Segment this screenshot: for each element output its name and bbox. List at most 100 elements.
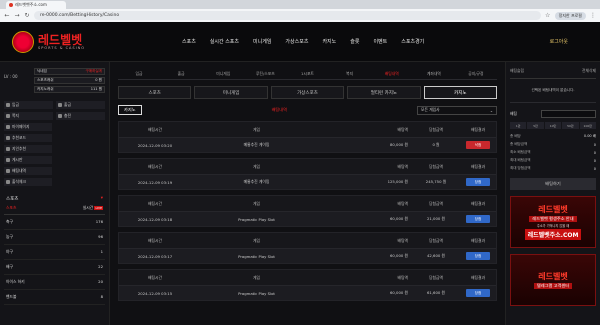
bet-result-cell: 당첨: [460, 178, 496, 186]
nav-minigame[interactable]: 미니게임: [253, 38, 271, 45]
bet-card: 배팅시간 게임 배팅액 당첨금액 배팅결과 2024-12-09 03:19 메롱추진 게이…: [118, 158, 497, 190]
url-text: re-0000.com/BettingHistory/Casino: [40, 13, 120, 18]
promo-banner-telegram[interactable]: 레드벨벳 텔레그램 고객센터: [510, 254, 596, 306]
result-badge[interactable]: 당첨: [466, 289, 490, 297]
chip-500k[interactable]: 50만: [562, 122, 579, 129]
casino-filter-button[interactable]: 카지노: [118, 105, 142, 115]
result-badge[interactable]: 낙첨: [466, 141, 490, 149]
subtab-virtual-sports[interactable]: 가상스포츠: [270, 86, 345, 99]
sport-item-baseball[interactable]: 야구 1: [4, 245, 105, 260]
sport-tab-prematch[interactable]: 스포츠: [6, 205, 16, 211]
chip-50k[interactable]: 5만: [527, 122, 544, 129]
forward-arrow-icon[interactable]: →: [14, 12, 20, 19]
nav-slot[interactable]: 슬롯: [350, 38, 359, 45]
tab-sport[interactable]: 1시포트: [286, 71, 328, 77]
bet-row: 2024-12-09 03:17 Pragmatic Play Slot 60,00…: [119, 248, 496, 263]
tab-deposit[interactable]: 입금: [118, 71, 160, 77]
sport-item-icehockey[interactable]: 아이스 하키 20: [4, 275, 105, 290]
section-title: 배팅내역: [271, 107, 287, 112]
reload-icon[interactable]: ↻: [24, 12, 30, 19]
subtab-minigame[interactable]: 미니게임: [194, 86, 268, 99]
col-header: 배팅액: [397, 126, 408, 132]
sports-header-label: 스포츠: [6, 197, 19, 202]
nav-event[interactable]: 이벤트: [373, 38, 387, 45]
menu-attendance[interactable]: 출석체크: [4, 178, 52, 186]
result-badge[interactable]: 당첨: [466, 178, 490, 186]
nav-sports[interactable]: 스포츠: [182, 38, 196, 45]
sport-item-handball[interactable]: 핸드볼 8: [4, 290, 105, 305]
address-bar[interactable]: re-0000.com/BettingHistory/Casino: [34, 11, 541, 20]
profile-button[interactable]: 정지한 프로필: [554, 11, 586, 20]
provider-select[interactable]: 모든 게임사 ⌄: [417, 105, 497, 115]
deposit-button[interactable]: 입금: [4, 101, 53, 109]
sport-item-volleyball[interactable]: 배구 22: [4, 260, 105, 275]
bet-list: 배팅시간 게임 배팅액 당첨금액 배팅결과 2024-12-09 03:20 메롱추진 게이…: [118, 121, 497, 301]
sport-item-soccer[interactable]: 축구 176: [4, 215, 105, 230]
browser-tab[interactable]: 레드벳벳주소.com: [6, 1, 66, 9]
promo-banner-address[interactable]: 레드벨벳 레드벨벳 평생주소 안내 주소가 기억나지 않을 때 레드벨벳주소.C…: [510, 196, 596, 248]
chip-10k[interactable]: 1만: [510, 122, 527, 129]
sport-count: 8: [100, 294, 103, 299]
subtab-casino[interactable]: 카지노: [423, 86, 498, 99]
tab-bet-history[interactable]: 배팅내역: [371, 71, 413, 77]
bet-win: 21,000 원: [427, 216, 445, 221]
sport-item-basketball[interactable]: 농구 96: [4, 230, 105, 245]
charge-icon: [58, 114, 62, 118]
menu-referral-code[interactable]: 추천코드: [4, 134, 52, 142]
bet-row: 2024-12-09 03:19 메롱추진 게이밍 125,000 원 245,750…: [119, 174, 496, 189]
chip-100k[interactable]: 10만: [544, 122, 562, 129]
menu-friend-referral[interactable]: 지인추천: [4, 145, 52, 153]
back-arrow-icon[interactable]: ←: [4, 12, 10, 19]
subtab-sports[interactable]: 스포츠: [118, 86, 192, 99]
user-row-nickname: 닉네임 구매하실게: [34, 68, 105, 75]
user-row-value: 구매하실게: [85, 69, 102, 73]
nav-live-sports[interactable]: 실시간 스포츠: [210, 38, 239, 45]
sport-count: 22: [98, 264, 103, 269]
col-header: 게임: [253, 274, 260, 280]
banner-title: 레드벨벳: [538, 205, 568, 214]
browser-chrome: 레드벳벳주소.com ← → ↻ re-0000.com/BettingHist…: [0, 0, 600, 22]
filter-bar: 카지노 배팅내역 모든 게임사 ⌄: [118, 104, 497, 116]
tab-withdraw[interactable]: 출금: [160, 71, 202, 77]
col-header: 당첨금액: [429, 274, 443, 280]
calendar-icon: [6, 180, 10, 184]
clear-all-button[interactable]: 전체삭제: [582, 68, 596, 74]
slip-line-value: 0: [593, 166, 596, 171]
tab-welfare[interactable]: 복지: [329, 71, 371, 77]
sport-tab-live[interactable]: 실시간 LIVE: [83, 205, 103, 211]
nav-virtual-sports[interactable]: 가상스포츠: [285, 38, 308, 45]
site-logo[interactable]: 레드벨벳 SPORTS & CASINO: [12, 30, 172, 53]
subtab-multi-casino[interactable]: 멀티런 카지노: [347, 86, 421, 99]
logout-button[interactable]: 로그아웃: [550, 38, 568, 45]
message-button[interactable]: 쪽지: [4, 112, 53, 120]
menu-label: 게시판: [12, 157, 23, 162]
star-icon[interactable]: ☆: [545, 12, 551, 19]
bet-time: 2024-12-09 03:15: [137, 290, 173, 296]
chip-1m[interactable]: 100만: [579, 122, 596, 129]
bet-amount-input[interactable]: [541, 110, 596, 118]
tab-routine-sports[interactable]: 루틴/스포츠: [244, 71, 286, 77]
sport-name: 아이스 하키: [6, 279, 25, 284]
user-row-label: 카지노캐쉬: [37, 87, 54, 91]
menu-mypage[interactable]: 마이페이지: [4, 123, 52, 131]
tab-minigame[interactable]: 미니게임: [202, 71, 244, 77]
menu-bet-history[interactable]: 배팅내역: [4, 167, 52, 175]
nav-sports-match[interactable]: 스포츠경기: [401, 38, 424, 45]
withdraw-button[interactable]: 출금: [56, 101, 105, 109]
user-row-label: 닉네임: [37, 69, 47, 73]
col-header: 게임: [253, 163, 260, 169]
nav-casino[interactable]: 카지노: [322, 38, 336, 45]
menu-dots-icon[interactable]: ⋮: [590, 12, 596, 19]
place-bet-button[interactable]: 배팅하기: [510, 178, 596, 190]
menu-board[interactable]: 게시판: [4, 156, 52, 164]
tab-notice[interactable]: 공지/규정: [455, 71, 497, 77]
result-badge[interactable]: 당첨: [466, 215, 490, 223]
sport-tabs: 스포츠 실시간 LIVE: [4, 202, 105, 215]
chevron-down-icon: ⌄: [489, 107, 493, 113]
bet-win: 61,600 원: [427, 290, 445, 295]
result-badge[interactable]: 당첨: [466, 252, 490, 260]
slip-line-value: 0.00 배: [583, 134, 596, 138]
bet-win: 245,750 원: [425, 179, 447, 184]
charge-button[interactable]: 충전: [56, 112, 105, 120]
tab-account-history[interactable]: 계좌내역: [413, 71, 455, 77]
